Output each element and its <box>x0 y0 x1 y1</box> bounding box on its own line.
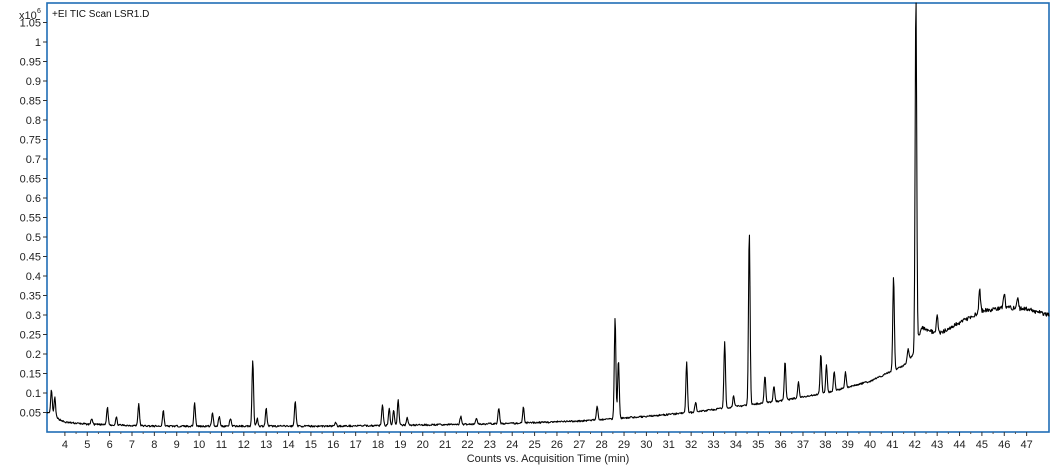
x-tick-label: 33 <box>707 439 719 451</box>
x-tick-label: 31 <box>663 439 675 451</box>
x-tick-label: 36 <box>774 439 786 451</box>
y-tick-label: 0.1 <box>26 388 41 400</box>
x-tick-label: 16 <box>327 439 339 451</box>
x-tick-label: 17 <box>350 439 362 451</box>
y-scale-exponent: 6 <box>37 8 41 15</box>
y-tick-label: 0.25 <box>20 330 41 342</box>
x-tick-label: 12 <box>238 439 250 451</box>
y-tick-label: 0.7 <box>26 154 41 166</box>
x-tick-label: 7 <box>129 439 135 451</box>
x-tick-label: 44 <box>953 439 965 451</box>
x-tick-label: 32 <box>685 439 697 451</box>
y-tick-label: 0.15 <box>20 369 41 381</box>
x-tick-label: 38 <box>819 439 831 451</box>
x-axis-title: Counts vs. Acquisition Time (min) <box>467 453 630 465</box>
y-tick-label: 0.55 <box>20 213 41 225</box>
x-tick-label: 11 <box>216 439 227 451</box>
y-tick-label: 0.8 <box>26 115 41 127</box>
y-tick-label: 0.65 <box>20 174 41 186</box>
x-tick-label: 47 <box>1021 439 1033 451</box>
x-tick-label: 14 <box>282 439 294 451</box>
x-tick-label: 29 <box>618 439 630 451</box>
x-tick-label: 18 <box>372 439 384 451</box>
plot-title: +EI TIC Scan LSR1.D <box>52 9 149 20</box>
x-tick-label: 22 <box>461 439 473 451</box>
chromatogram-chart: +EI TIC Scan LSR1.D x10 6 0.050.10.150.2… <box>19 2 1050 465</box>
x-tick-label: 5 <box>84 439 90 451</box>
x-tick-label: 34 <box>730 439 742 451</box>
x-tick-label: 45 <box>976 439 988 451</box>
x-tick-label: 9 <box>174 439 180 451</box>
x-tick-label: 37 <box>797 439 809 451</box>
y-tick-label: 0.9 <box>26 76 41 88</box>
x-tick-label: 39 <box>842 439 854 451</box>
x-tick-label: 42 <box>909 439 921 451</box>
y-tick-label: 0.95 <box>20 57 41 69</box>
x-tick-label: 40 <box>864 439 876 451</box>
y-tick-label: 1 <box>35 37 41 49</box>
x-tick-label: 6 <box>107 439 113 451</box>
y-tick-label: 0.2 <box>26 349 41 361</box>
x-tick-label: 30 <box>640 439 652 451</box>
y-tick-label: 1.05 <box>20 18 41 30</box>
x-tick-label: 41 <box>886 439 898 451</box>
y-tick-label: 0.45 <box>20 252 41 264</box>
x-tick-label: 21 <box>439 439 451 451</box>
y-tick-label: 0.85 <box>20 96 41 108</box>
y-tick-label: 0.6 <box>26 193 41 205</box>
x-tick-label: 23 <box>484 439 496 451</box>
x-tick-label: 43 <box>931 439 943 451</box>
x-tick-label: 19 <box>394 439 406 451</box>
y-tick-label: 0.35 <box>20 291 41 303</box>
y-tick-label: 0.4 <box>26 271 41 283</box>
y-tick-label: 0.3 <box>26 310 41 322</box>
x-tick-label: 35 <box>752 439 764 451</box>
x-tick-label: 27 <box>573 439 585 451</box>
x-tick-label: 46 <box>998 439 1010 451</box>
x-tick-label: 24 <box>506 439 518 451</box>
x-tick-label: 28 <box>596 439 608 451</box>
x-tick-label: 10 <box>193 439 205 451</box>
y-tick-label: 0.05 <box>20 408 41 420</box>
x-tick-label: 25 <box>528 439 540 451</box>
x-tick-label: 13 <box>260 439 272 451</box>
x-tick-label: 8 <box>151 439 157 451</box>
x-axis: 4 5 6 7 8 9 10 11 12 13 14 15 16 17 18 19 20 21 22 23 24 25 26… <box>62 432 1033 451</box>
x-tick-label: 4 <box>62 439 68 451</box>
x-tick-label: 20 <box>417 439 429 451</box>
x-tick-label: 15 <box>305 439 317 451</box>
y-axis: 0.05 0.1 0.15 0.2 0.25 0.3 0.35 0.4 0.45 0.5 0.55 0… <box>20 18 47 420</box>
y-tick-label: 0.5 <box>26 232 41 244</box>
y-tick-label: 0.75 <box>20 135 41 147</box>
x-tick-label: 26 <box>551 439 563 451</box>
